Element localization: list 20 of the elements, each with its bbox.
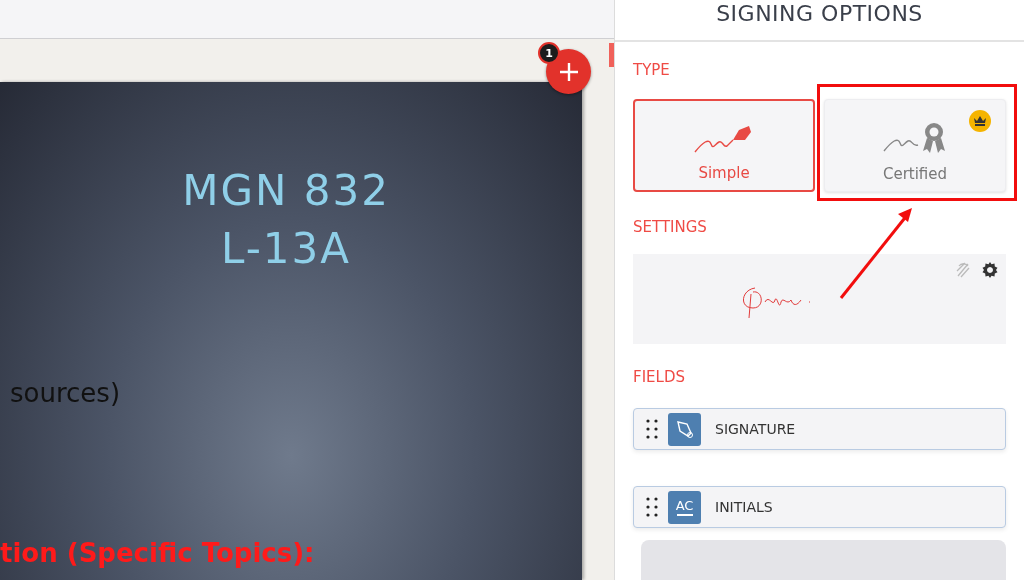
slide-text: sources): [10, 378, 121, 408]
field-item[interactable]: AC INITIALS: [633, 486, 1006, 528]
section-label: TYPE: [633, 61, 671, 79]
slide-heading: tion (Specific Topics):: [0, 538, 315, 568]
signing-type-option[interactable]: Certified: [824, 99, 1006, 192]
field-item[interactable]: SIGNATURE: [633, 408, 1006, 450]
slide-title: L-13A: [221, 223, 351, 275]
signature-seal-icon: [882, 121, 948, 155]
section-label: SETTINGS: [633, 218, 708, 236]
drag-handle-icon[interactable]: [646, 419, 658, 439]
panel-title: SIGNING OPTIONS: [716, 1, 923, 27]
slide-title: MGN 832: [182, 165, 390, 217]
pen-nib-icon: [668, 412, 701, 446]
scrollbar-thumb[interactable]: [609, 43, 614, 67]
initials-icon: AC: [668, 490, 701, 524]
signing-type-option[interactable]: Simple: [633, 99, 815, 192]
plus-icon: [557, 60, 580, 83]
section-label: FIELDS: [633, 368, 686, 386]
settings-icon[interactable]: [982, 262, 998, 278]
drag-handle-icon[interactable]: [646, 497, 658, 517]
